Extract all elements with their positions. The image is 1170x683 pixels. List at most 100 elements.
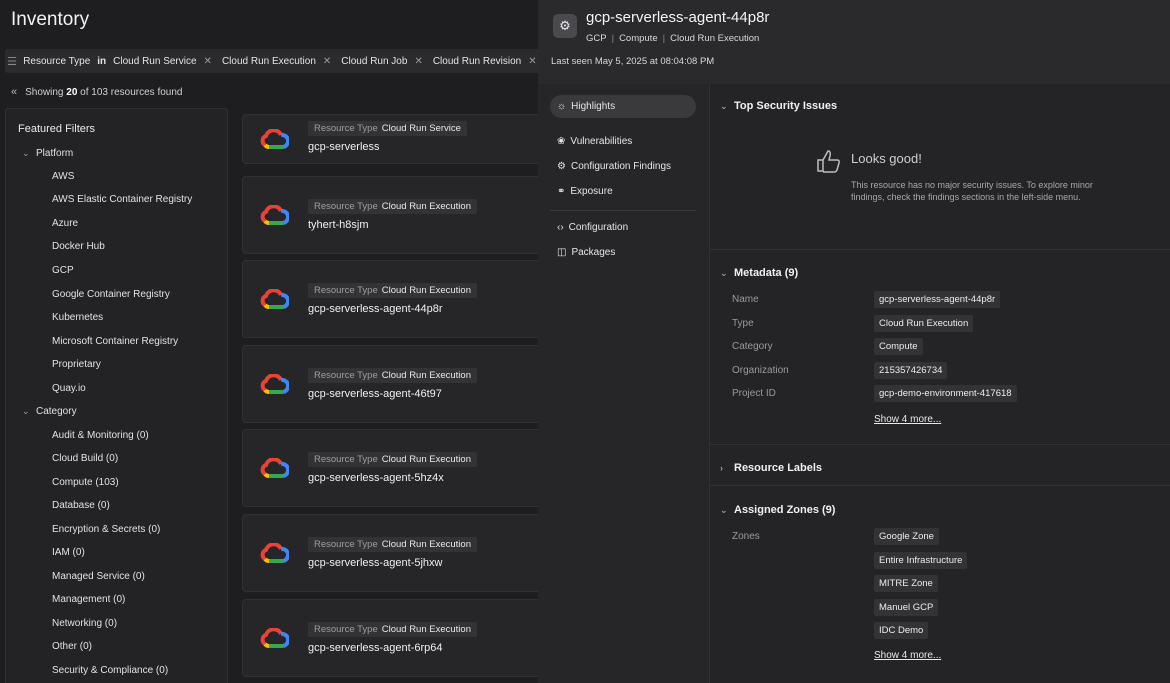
resource-card[interactable]: Resource Type Cloud Run Execution gcp-ser…	[242, 514, 538, 592]
filter-item[interactable]: Managed Service (0)	[52, 571, 145, 582]
filter-item[interactable]: Azure	[52, 218, 78, 229]
section-metadata[interactable]: ⌄ Metadata (9)	[720, 267, 798, 279]
resource-type-tag: Resource Type Cloud Run Execution	[308, 452, 477, 467]
filter-item[interactable]: Other (0)	[52, 641, 92, 652]
detail-content: ⌄ Top Security Issues Looks good! This re…	[710, 84, 1170, 683]
results-prefix: Showing	[25, 86, 64, 98]
filter-item[interactable]: Microsoft Container Registry	[52, 336, 178, 347]
zone-chip: Google Zone	[874, 528, 939, 545]
filter-item[interactable]: Cloud Build (0)	[52, 453, 118, 464]
show-more-metadata-link[interactable]: Show 4 more...	[874, 414, 941, 425]
metadata-key: Organization	[732, 365, 789, 376]
remove-filter-icon[interactable]: ✕	[204, 56, 212, 67]
filter-item[interactable]: Docker Hub	[52, 241, 105, 252]
detail-header: ⚙ gcp-serverless-agent-44p8r GCP | Comput…	[538, 0, 1170, 84]
tag-value: Cloud Run Execution	[381, 454, 471, 465]
tag-key: Resource Type	[314, 123, 378, 134]
resource-type-tag: Resource Type Cloud Run Execution	[308, 283, 477, 298]
nav-configuration-findings[interactable]: ⚙ Configuration Findings	[550, 155, 696, 178]
tag-value: Cloud Run Execution	[381, 539, 471, 550]
resource-card[interactable]: Resource Type Cloud Run Execution gcp-ser…	[242, 260, 538, 338]
section-title: Assigned Zones (9)	[734, 504, 836, 516]
filter-item[interactable]: Networking (0)	[52, 618, 117, 629]
resource-name: gcp-serverless	[308, 141, 380, 153]
resource-card[interactable]: Resource Type Cloud Run Execution tyhert-…	[242, 176, 538, 254]
filter-item[interactable]: Google Container Registry	[52, 289, 170, 300]
filter-icon[interactable]: ☰	[5, 55, 19, 68]
filter-group-category[interactable]: ⌄ Category	[22, 406, 77, 417]
nav-label: Highlights	[571, 101, 616, 112]
section-resource-labels[interactable]: › Resource Labels	[720, 462, 822, 474]
filter-item[interactable]: Database (0)	[52, 500, 110, 511]
resource-card[interactable]: Resource Type Cloud Run Execution gcp-ser…	[242, 345, 538, 423]
nav-vulnerabilities[interactable]: ❀ Vulnerabilities	[550, 130, 696, 153]
chevron-down-icon: ⌄	[22, 406, 30, 416]
filter-item[interactable]: GCP	[52, 265, 74, 276]
featured-filters-title: Featured Filters	[18, 123, 96, 135]
filter-item[interactable]: AWS	[52, 171, 74, 182]
zone-chip: Entire Infrastructure	[874, 552, 968, 569]
settings-search-icon: ⚙	[557, 161, 566, 172]
nav-highlights[interactable]: ☼ Highlights	[550, 95, 696, 118]
filter-item[interactable]: AWS Elastic Container Registry	[52, 194, 192, 205]
featured-filters: Featured Filters ⌄ Platform AWS AWS Elas…	[5, 108, 228, 683]
tag-value: Cloud Run Execution	[381, 624, 471, 635]
resource-card[interactable]: Resource Type Cloud Run Execution gcp-ser…	[242, 599, 538, 677]
collapse-icon[interactable]: «	[11, 86, 17, 98]
filter-item[interactable]: Kubernetes	[52, 312, 103, 323]
show-more-zones-link[interactable]: Show 4 more...	[874, 650, 941, 661]
breadcrumb-item: Compute	[619, 33, 658, 44]
code-icon: ‹›	[557, 222, 564, 233]
nav-configuration[interactable]: ‹› Configuration	[550, 216, 696, 239]
sparkle-icon: ☼	[557, 101, 567, 112]
tag-key: Resource Type	[314, 201, 378, 212]
filter-item[interactable]: Quay.io	[52, 383, 86, 394]
metadata-value: gcp-serverless-agent-44p8r	[874, 291, 1001, 308]
filter-item[interactable]: Security & Compliance (0)	[52, 665, 168, 676]
filter-bar[interactable]: ☰ Resource Type in Cloud Run Service ✕ Cl…	[5, 49, 538, 73]
breadcrumb: GCP | Compute | Cloud Run Execution	[586, 33, 760, 44]
filter-field: Resource Type	[23, 55, 91, 67]
nav-exposure[interactable]: ⚭ Exposure	[550, 180, 696, 203]
tag-value: Cloud Run Execution	[381, 285, 471, 296]
filter-item[interactable]: IAM (0)	[52, 547, 85, 558]
resource-name: tyhert-h8sjm	[308, 219, 369, 231]
resource-card[interactable]: Resource Type Cloud Run Service gcp-serve…	[242, 114, 538, 164]
remove-filter-icon[interactable]: ✕	[528, 56, 536, 67]
section-title: Resource Labels	[734, 462, 823, 474]
tag-key: Resource Type	[314, 454, 378, 465]
section-assigned-zones[interactable]: ⌄ Assigned Zones (9)	[720, 504, 835, 516]
nav-label: Exposure	[570, 186, 613, 197]
tag-key: Resource Type	[314, 624, 378, 635]
filter-group-label: Platform	[36, 148, 74, 159]
remove-filter-icon[interactable]: ✕	[323, 56, 331, 67]
zone-chip: MITRE Zone	[874, 575, 938, 592]
nav-divider	[550, 210, 696, 211]
nav-label: Configuration Findings	[570, 161, 672, 172]
section-top-security-issues[interactable]: ⌄ Top Security Issues	[720, 100, 837, 112]
google-cloud-logo-icon	[260, 374, 289, 394]
breadcrumb-item: Cloud Run Execution	[670, 33, 760, 44]
filter-item[interactable]: Management (0)	[52, 594, 125, 605]
chevron-down-icon: ⌄	[720, 100, 728, 111]
remove-filter-icon[interactable]: ✕	[414, 56, 422, 67]
results-suffix: resources found	[110, 86, 183, 98]
filter-value: Cloud Run Revision	[432, 55, 522, 67]
resource-name: gcp-serverless-agent-44p8r	[308, 303, 443, 315]
section-divider	[710, 444, 1170, 445]
filter-item[interactable]: Proprietary	[52, 359, 101, 370]
chevron-right-icon: ›	[720, 463, 723, 473]
section-divider	[710, 249, 1170, 250]
resource-card[interactable]: Resource Type Cloud Run Execution gcp-ser…	[242, 429, 538, 507]
filter-group-platform[interactable]: ⌄ Platform	[22, 148, 73, 159]
section-divider	[710, 485, 1170, 486]
chevron-down-icon: ⌄	[720, 504, 728, 515]
resource-name: gcp-serverless-agent-5jhxw	[308, 557, 443, 569]
filter-item[interactable]: Encryption & Secrets (0)	[52, 524, 160, 535]
nav-packages[interactable]: ◫ Packages	[550, 241, 696, 264]
filter-item[interactable]: Audit & Monitoring (0)	[52, 430, 149, 441]
zone-chip: Manuel GCP	[874, 599, 939, 616]
zones-key: Zones	[732, 531, 760, 542]
filter-item[interactable]: Compute (103)	[52, 477, 119, 488]
status-title: Looks good!	[851, 151, 922, 166]
